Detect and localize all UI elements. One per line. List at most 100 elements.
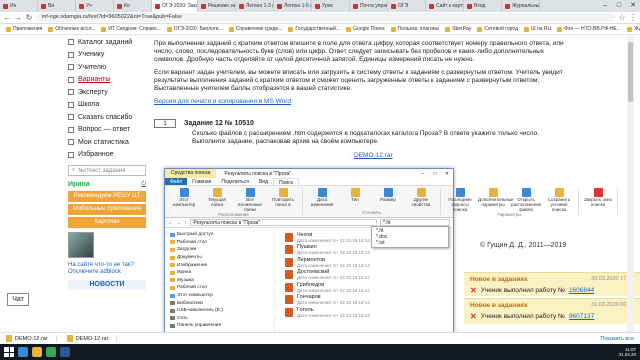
file-item[interactable]: Грибоедов Дата изменения: 8+ 22.10.19 18:…	[285, 281, 445, 294]
maximize-icon[interactable]: □	[612, 0, 626, 12]
ribbon-button[interactable]: Сохранить условия поиска	[544, 188, 574, 212]
bookmark-item[interactable]: Журнальный кле...	[626, 26, 640, 32]
edge-icon[interactable]	[18, 347, 28, 357]
nav-item[interactable]: Этот компьютер	[165, 292, 274, 300]
ribbon-button[interactable]: Другие свойства	[406, 188, 436, 207]
sidebar-item[interactable]: Избранное	[64, 149, 150, 162]
bookmark-item[interactable]: Сетевой город	[477, 26, 518, 32]
show-all-downloads[interactable]: Показать все	[600, 336, 634, 342]
ribbon-button[interactable]: Текущая папка	[202, 188, 232, 212]
url-field[interactable]: inf-oge.sdamgia.ru/test?id=9605022&nt=Tr…	[36, 13, 615, 22]
nav-item[interactable]: Рабочий стол	[165, 284, 274, 292]
browser-tab[interactable]: Журнальный кле...	[502, 0, 540, 12]
checkbox[interactable]	[68, 76, 74, 83]
browser-tab[interactable]: ОГЭ-2020: Заклю...	[152, 0, 198, 12]
maximize-icon[interactable]: □	[429, 171, 441, 177]
download-item[interactable]: DEMO-12.rar	[6, 335, 57, 342]
search-tools-tab[interactable]: Средства поиска	[165, 169, 217, 178]
browser-tab[interactable]: ОГЭ	[388, 0, 426, 12]
sidebar-item[interactable]: Каталог заданий	[64, 36, 150, 49]
star-icon[interactable]: ☆	[618, 13, 626, 22]
file-item[interactable]: Гончаров Дата изменения: 8+ 22.10.19 18:1…	[285, 294, 445, 307]
sidebar-item[interactable]: Школа	[64, 99, 150, 112]
browser-tab[interactable]: Почта управлен...	[350, 0, 388, 12]
nav-item[interactable]: Музыка	[165, 277, 274, 285]
dismiss-icon[interactable]: ✕	[470, 286, 477, 295]
sidebar-item[interactable]: Учителю	[64, 61, 150, 74]
file-item[interactable]: Достоевский Дата изменения: 8+ 22.10.19 1…	[285, 269, 445, 282]
bookmark-item[interactable]: Ш на RU	[524, 26, 551, 32]
notification-link[interactable]: 9607137	[569, 313, 594, 320]
browser-tab[interactable]: Ви	[38, 0, 76, 12]
chat-button[interactable]: Чат	[7, 293, 29, 306]
sidebar-item[interactable]: Варианты	[64, 74, 150, 87]
cards-button[interactable]: Карточки	[68, 217, 146, 228]
browser-tab[interactable]: Ин	[0, 0, 38, 12]
notification-link[interactable]: 1606844	[569, 287, 594, 294]
explorer-tab[interactable]: Поиск	[273, 178, 299, 186]
browser-tab[interactable]: Ко	[114, 0, 152, 12]
sidebar-item[interactable]: Мои статистика	[64, 136, 150, 149]
explorer-tab[interactable]: Поделиться	[216, 178, 254, 185]
sidebar-item[interactable]: Эксперту	[64, 86, 150, 99]
checkbox[interactable]	[68, 51, 74, 58]
bookmark-item[interactable]: SberPay	[445, 26, 471, 32]
bookmark-item[interactable]: Приложения	[6, 26, 42, 32]
page-scrollbar[interactable]	[627, 36, 634, 332]
browser-tab[interactable]: Вход	[464, 0, 502, 12]
browser-tab[interactable]: Решение задач	[198, 0, 236, 12]
ribbon-button[interactable]: Дополнительные параметры	[478, 188, 514, 212]
file-item[interactable]: Лермонтов Дата изменения: 8+ 22.10.19 18:…	[285, 256, 445, 269]
checkbox[interactable]	[68, 151, 74, 158]
dropdown-option[interactable]: *.txt	[376, 240, 444, 246]
bookmark-item[interactable]: Облачные иссл...	[48, 26, 95, 32]
checkbox[interactable]	[68, 89, 74, 96]
explorer-tab[interactable]: Файл	[165, 178, 188, 185]
system-tray[interactable]: 11:07 31.03.20	[618, 347, 636, 357]
bookmark-item[interactable]: Пользов. плагины	[390, 26, 439, 32]
bookmark-item[interactable]: ОГЭ-2020: Биологи...	[166, 26, 223, 32]
start-icon[interactable]	[4, 347, 14, 357]
menu-icon[interactable]: ⋮	[629, 13, 637, 22]
minimize-icon[interactable]: –	[417, 171, 429, 177]
nav-item[interactable]: Загрузки	[165, 246, 274, 254]
explorer-path[interactable]: Результаты поиска в "Проза"	[189, 219, 377, 226]
download-item[interactable]: DEMO-12.rar	[66, 335, 118, 342]
ribbon-button[interactable]: Дата изменения	[307, 188, 337, 207]
checkbox[interactable]	[68, 139, 74, 146]
close-icon[interactable]: ✕	[441, 171, 453, 177]
nav-item[interactable]: Ирина	[165, 269, 274, 277]
folder-icon[interactable]	[32, 347, 42, 357]
chrome-icon[interactable]	[46, 347, 56, 357]
ribbon-button[interactable]: Размер	[373, 188, 403, 207]
sidebar-item[interactable]: Вопрос — ответ	[64, 124, 150, 137]
browser-tab[interactable]: Урок	[312, 0, 350, 12]
print-version-link[interactable]: Версия для печати и копирования в MS Wor…	[154, 98, 291, 105]
nav-item[interactable]: Сеть	[165, 315, 274, 323]
ribbon-button[interactable]: Все вложенные папки	[235, 188, 265, 212]
news-heading[interactable]: НОВОСТИ	[68, 280, 146, 290]
ribbon-button[interactable]: Закрыть окно поиска	[583, 188, 613, 207]
browser-tab[interactable]: Сайт к картофел...	[426, 0, 464, 12]
checkbox[interactable]	[68, 126, 74, 133]
sidebar-item[interactable]: Ученику	[64, 49, 150, 62]
minimize-icon[interactable]: –	[598, 0, 612, 12]
nav-item[interactable]: Быстрый доступ	[165, 231, 274, 239]
nav-item[interactable]: Изображения	[165, 261, 274, 269]
checkbox[interactable]	[68, 64, 74, 71]
adblock-notice[interactable]: На сайте что-то не так? Отключите adbloc…	[68, 262, 146, 276]
checkbox[interactable]	[68, 114, 74, 121]
nav-item[interactable]: Библиотеки	[165, 299, 274, 307]
nav-item[interactable]: Документы	[165, 254, 274, 262]
word-icon[interactable]	[60, 347, 70, 357]
nav-item[interactable]: USB-накопитель (E:)	[165, 307, 274, 315]
bookmark-item[interactable]: Государственный...	[288, 26, 340, 32]
close-icon[interactable]: ✕	[626, 0, 640, 12]
file-item[interactable]: Гоголь Дата изменения: 8+ 22.10.19 18:14	[285, 306, 445, 319]
back-icon[interactable]: ←	[3, 13, 11, 22]
bookmark-item[interactable]: ИТ Сводная: Справо...	[101, 26, 161, 32]
task-search-input[interactable]: ⌕ №/текст задания	[68, 165, 146, 176]
bookmark-item[interactable]: Google Поиск	[346, 26, 385, 32]
browser-tab[interactable]: Легион 1-5 класс	[274, 0, 312, 12]
reload-icon[interactable]: ↻	[25, 13, 33, 22]
